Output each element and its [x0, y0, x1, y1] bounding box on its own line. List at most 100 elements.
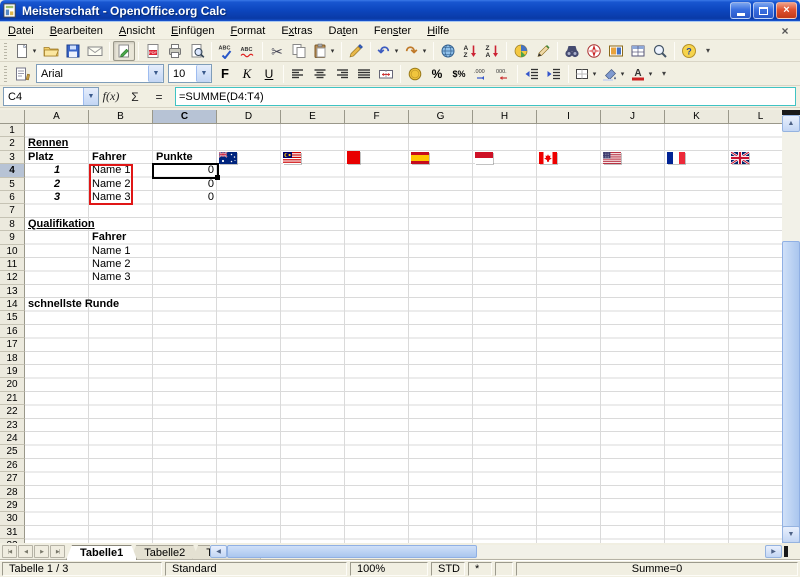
status-signature[interactable]	[495, 562, 513, 576]
underline-button[interactable]: U	[258, 64, 280, 84]
formula-input[interactable]: =SUMME(D4:T4)	[175, 87, 796, 106]
column-header-K[interactable]: K	[665, 110, 729, 124]
select-all-corner[interactable]	[0, 110, 25, 124]
row-header-2[interactable]: 2	[0, 137, 25, 151]
first-sheet-button[interactable]: |◀	[2, 545, 17, 558]
row-header-18[interactable]: 18	[0, 351, 25, 366]
navigator-button[interactable]	[583, 41, 605, 61]
redo-button[interactable]: ↷ ▾	[402, 41, 430, 61]
redo-dropdown[interactable]: ▾	[420, 47, 429, 55]
column-header-E[interactable]: E	[281, 110, 345, 124]
horizontal-scrollbar-thumb[interactable]	[227, 545, 477, 558]
vertical-scrollbar[interactable]: ▲ ▼	[782, 110, 800, 577]
previous-sheet-button[interactable]: ◀	[18, 545, 33, 558]
row-header-19[interactable]: 19	[0, 365, 25, 379]
background-color-dropdown[interactable]: ▾	[618, 70, 627, 78]
close-document-button[interactable]: ×	[778, 24, 792, 38]
flag-france-icon[interactable]	[666, 151, 685, 164]
minimize-button[interactable]	[730, 2, 751, 19]
undo-button[interactable]: ↶ ▾	[374, 41, 402, 61]
chevron-down-icon[interactable]: ▼	[148, 65, 163, 82]
status-zoom[interactable]: 100%	[350, 562, 428, 576]
cell-B9[interactable]: Fahrer	[89, 231, 153, 244]
column-header-L[interactable]: L	[729, 110, 782, 124]
paste-button[interactable]: ▾	[310, 41, 338, 61]
bold-button[interactable]: F	[214, 64, 236, 84]
status-mode[interactable]: STD	[431, 562, 465, 576]
column-header-B[interactable]: B	[89, 110, 153, 124]
align-center-button[interactable]	[309, 64, 331, 84]
row-header-29[interactable]: 29	[0, 498, 25, 513]
status-page-style[interactable]: Standard	[165, 562, 347, 576]
sort-descending-button[interactable]: ZA	[481, 41, 503, 61]
row-header-23[interactable]: 23	[0, 418, 25, 432]
currency-button[interactable]	[404, 64, 426, 84]
open-button[interactable]	[40, 41, 62, 61]
insert-chart-button[interactable]	[510, 41, 532, 61]
font-color-dropdown[interactable]: ▾	[646, 70, 655, 78]
formatting-toolbar-overflow-button[interactable]: ▾	[658, 69, 670, 78]
cell-A8[interactable]: Qualifikation	[25, 218, 95, 231]
column-header-D[interactable]: D	[217, 110, 281, 124]
paste-dropdown[interactable]: ▾	[328, 47, 337, 55]
borders-button[interactable]: ▾	[572, 64, 600, 84]
menu-bearbeiten[interactable]: Bearbeiten	[42, 22, 111, 40]
flag-solid-red-icon[interactable]	[346, 151, 360, 165]
row-header-7[interactable]: 7	[0, 204, 25, 218]
menu-daten[interactable]: Daten	[321, 22, 366, 40]
row-header-30[interactable]: 30	[0, 512, 25, 526]
column-header-G[interactable]: G	[409, 110, 473, 124]
column-header-C[interactable]: C	[153, 110, 217, 124]
scroll-right-button[interactable]: ▶	[765, 545, 782, 558]
merge-cells-button[interactable]	[375, 64, 397, 84]
horizontal-scrollbar-track[interactable]	[477, 545, 765, 558]
align-left-button[interactable]	[287, 64, 309, 84]
menu-hilfe[interactable]: Hilfe	[419, 22, 457, 40]
sheet-tab-tabelle2[interactable]: Tabelle2	[130, 545, 199, 560]
sort-ascending-button[interactable]: AZ	[459, 41, 481, 61]
new-button[interactable]: ▾	[12, 41, 40, 61]
row-header-16[interactable]: 16	[0, 324, 25, 339]
cell-B12[interactable]: Name 3	[89, 271, 153, 284]
row-header-15[interactable]: 15	[0, 311, 25, 325]
autospellcheck-button[interactable]: ABC	[237, 41, 259, 61]
copy-button[interactable]	[288, 41, 310, 61]
menu-ansicht[interactable]: Ansicht	[111, 22, 163, 40]
last-sheet-button[interactable]: ▶|	[50, 545, 65, 558]
cell-A14[interactable]: schnellste Runde	[25, 298, 119, 311]
row-header-13[interactable]: 13	[0, 284, 25, 299]
close-button[interactable]: ×	[776, 2, 797, 19]
row-header-5[interactable]: 5	[0, 177, 25, 191]
delete-decimal-button[interactable]: 000.	[492, 64, 514, 84]
hyperlink-button[interactable]	[437, 41, 459, 61]
cell-A5[interactable]: 2	[25, 178, 89, 191]
toolbar-grip[interactable]	[2, 65, 9, 82]
data-sources-button[interactable]	[627, 41, 649, 61]
cell-reference-box[interactable]: C4 ▼	[3, 87, 99, 106]
sum-button[interactable]: Σ	[123, 90, 147, 104]
page-preview-button[interactable]	[186, 41, 208, 61]
menu-extras[interactable]: Extras	[273, 22, 320, 40]
percent-button[interactable]: %	[426, 64, 448, 84]
draw-functions-button[interactable]	[532, 41, 554, 61]
row-header-10[interactable]: 10	[0, 244, 25, 258]
standard-toolbar-overflow-button[interactable]: ▾	[702, 46, 714, 55]
font-color-button[interactable]: A ▾	[628, 64, 656, 84]
cell-B10[interactable]: Name 1	[89, 245, 153, 258]
toolbar-grip[interactable]	[2, 42, 9, 59]
styles-button[interactable]	[12, 64, 34, 84]
cell-A3[interactable]: Platz	[25, 151, 89, 164]
new-dropdown[interactable]: ▾	[30, 47, 39, 55]
export-pdf-button[interactable]: PDF	[142, 41, 164, 61]
cell-B3[interactable]: Fahrer	[89, 151, 153, 164]
row-header-22[interactable]: 22	[0, 405, 25, 419]
menu-einfügen[interactable]: Einfügen	[163, 22, 222, 40]
row-header-3[interactable]: 3	[0, 150, 25, 165]
row-header-8[interactable]: 8	[0, 217, 25, 232]
row-header-14[interactable]: 14	[0, 298, 25, 312]
email-button[interactable]	[84, 41, 106, 61]
cell-C5[interactable]: 0	[153, 178, 217, 191]
column-header-F[interactable]: F	[345, 110, 409, 124]
next-sheet-button[interactable]: ▶	[34, 545, 49, 558]
chevron-down-icon[interactable]: ▼	[196, 65, 211, 82]
